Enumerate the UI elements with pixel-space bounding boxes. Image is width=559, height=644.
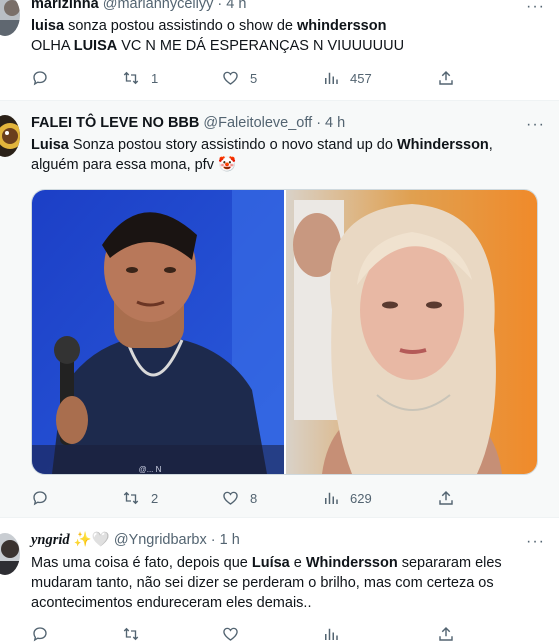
retweet-button[interactable]: 1 (121, 68, 158, 88)
display-name[interactable]: marizinha (31, 0, 99, 12)
timestamp[interactable]: · 4 h (316, 115, 345, 131)
tweet-header: yngrid ✨🤍 @Yngridbarbx · 1 h (31, 531, 240, 549)
share-button[interactable] (437, 68, 455, 88)
avatar[interactable] (0, 533, 20, 575)
like-button[interactable] (221, 624, 240, 644)
like-count: 8 (250, 490, 258, 506)
timestamp[interactable]: · 1 h (211, 532, 240, 548)
view-count: 457 (350, 70, 372, 86)
views-button[interactable]: 629 (322, 488, 372, 508)
handle[interactable]: @mariannycellyy (103, 0, 214, 12)
more-options-icon[interactable]: ··· (526, 534, 545, 550)
retweet-count: 2 (151, 490, 159, 506)
timestamp[interactable]: · 4 h (217, 0, 246, 12)
media-caption: @... N (139, 465, 162, 474)
retweet-icon (123, 71, 139, 85)
reply-icon (33, 71, 47, 86)
tweet-header: FALEI TÔ LEVE NO BBB @Faleitoleve_off · … (31, 114, 345, 132)
tweet-header: marizinha @mariannycellyy · 4 h (31, 0, 246, 13)
views-button[interactable]: 457 (322, 68, 372, 88)
views-button[interactable] (322, 624, 340, 644)
tweet-1[interactable]: marizinha @mariannycellyy · 4 h ··· luis… (0, 0, 559, 100)
display-name[interactable]: yngrid (31, 532, 70, 548)
tweet-2[interactable]: FALEI TÔ LEVE NO BBB @Faleitoleve_off · … (0, 100, 559, 518)
share-icon (439, 490, 453, 505)
heart-icon (223, 627, 238, 641)
retweet-icon (123, 491, 139, 505)
share-icon (439, 626, 453, 641)
handle[interactable]: @Faleitoleve_off (203, 115, 312, 131)
tweet-media[interactable]: @... N (31, 189, 538, 475)
heart-icon (223, 491, 238, 505)
reply-button[interactable] (31, 488, 49, 508)
tweet-text: Luisa Sonza postou story assistindo o no… (31, 137, 493, 173)
more-options-icon[interactable]: ··· (526, 117, 545, 133)
handle[interactable]: @Yngridbarbx (114, 532, 207, 548)
reply-button[interactable] (31, 624, 49, 644)
action-bar: 1 5 457 (31, 68, 531, 88)
display-name[interactable]: FALEI TÔ LEVE NO BBB (31, 115, 199, 131)
tweet-3[interactable]: yngrid ✨🤍 @Yngridbarbx · 1 h ··· Mas uma… (0, 517, 559, 642)
avatar[interactable] (0, 115, 20, 157)
name-emoji: ✨🤍 (73, 532, 110, 548)
retweet-count: 1 (151, 70, 159, 86)
share-button[interactable] (437, 624, 455, 644)
retweet-icon (123, 627, 139, 641)
action-bar (31, 624, 531, 644)
tweet-text: luisa sonza postou assistindo o show de … (31, 18, 405, 54)
analytics-icon (325, 492, 338, 504)
reply-icon (33, 627, 47, 642)
media-image: @... N (32, 190, 537, 474)
reply-icon (33, 491, 47, 506)
share-button[interactable] (437, 488, 455, 508)
reply-button[interactable] (31, 68, 49, 88)
retweet-button[interactable] (121, 624, 141, 644)
analytics-icon (325, 628, 338, 640)
tweet-text: Mas uma coisa é fato, depois que Luísa e… (31, 555, 502, 611)
heart-icon (223, 71, 238, 85)
avatar[interactable] (0, 0, 20, 36)
like-button[interactable]: 8 (221, 488, 257, 508)
retweet-button[interactable]: 2 (121, 488, 158, 508)
analytics-icon (325, 72, 338, 84)
like-button[interactable]: 5 (221, 68, 257, 88)
more-options-icon[interactable]: ··· (526, 0, 545, 15)
view-count: 629 (350, 490, 372, 506)
action-bar: 2 8 629 (31, 488, 531, 508)
share-icon (439, 70, 453, 85)
like-count: 5 (250, 70, 258, 86)
